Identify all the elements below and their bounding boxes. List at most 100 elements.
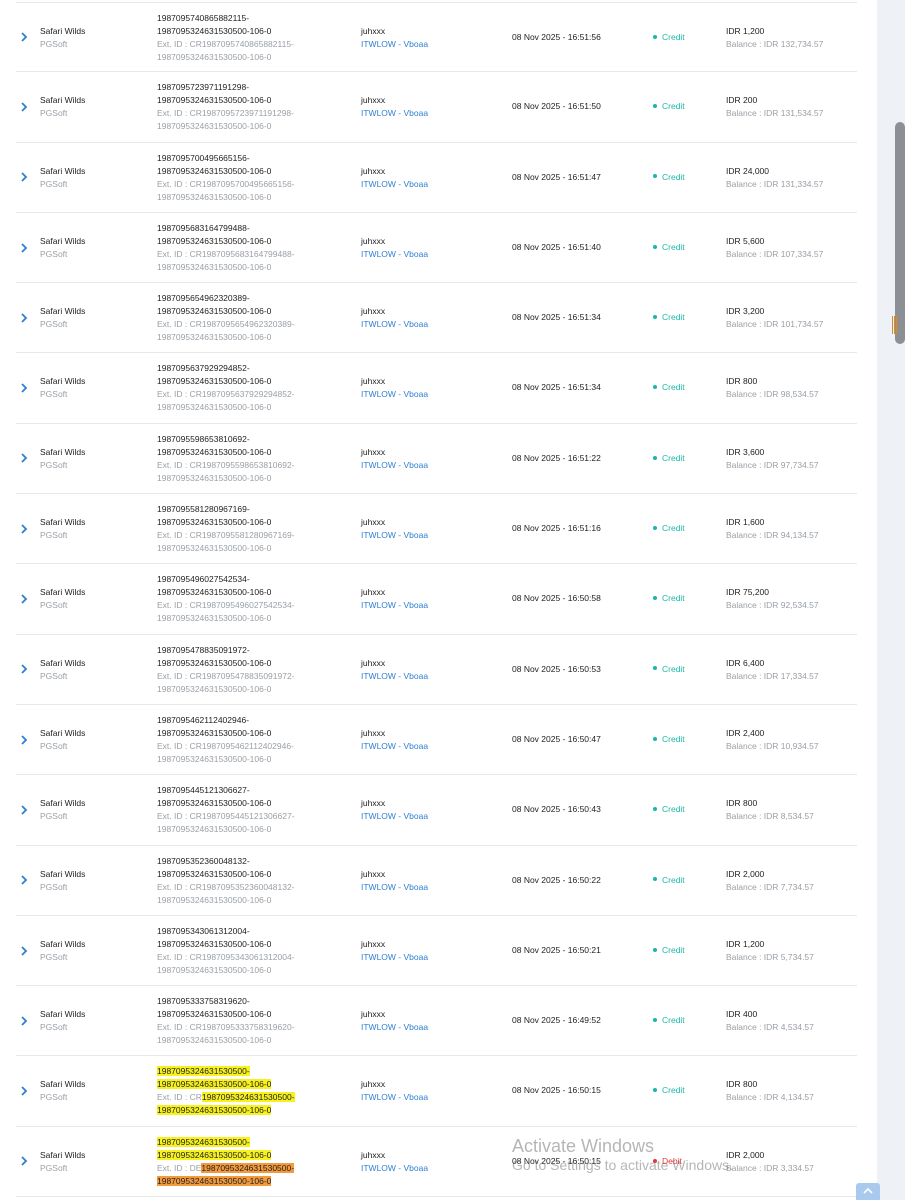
transaction-row[interactable]: Safari Wilds PGSoft 1987095333758319620- 19… [16,986,857,1057]
username: juhxxx [361,938,386,949]
transaction-row[interactable]: Safari Wilds PGSoft 1987095478835091972- 19… [16,635,857,705]
transaction-row[interactable]: Safari Wilds PGSoft 1987095740865882115- 19… [16,2,857,73]
agent-link[interactable]: ITWLOW - Vboaa [361,881,428,894]
agent-link[interactable]: ITWLOW - Vboaa [361,388,428,401]
transaction-row[interactable]: Safari Wilds PGSoft 1987095700495665156- 19… [16,143,857,213]
agent-link[interactable]: ITWLOW - Vboaa [361,459,428,472]
amount-cell: IDR 800 Balance : IDR 4,134.57 [726,1078,814,1104]
agent-link[interactable]: ITWLOW - Vboaa [361,107,428,120]
transaction-row[interactable]: Safari Wilds PGSoft 1987095352360048132- 19… [16,846,857,916]
status-dot-icon [653,596,657,601]
chevron-right-icon[interactable] [20,874,30,886]
transaction-row[interactable]: Safari Wilds PGSoft 1987095496027542534- 19… [16,564,857,635]
chevron-right-icon[interactable] [20,171,30,183]
game-provider: PGSoft [40,600,68,611]
chevron-right-icon[interactable] [20,382,30,394]
transaction-id-part1: 1987095343061312004- [157,925,250,936]
status-dot-icon [653,877,657,882]
username: juhxxx [361,446,386,457]
transaction-date: 08 Nov 2025 - 16:51:22 [512,452,601,463]
agent-link[interactable]: ITWLOW - Vboaa [361,318,428,331]
chevron-right-icon[interactable] [20,1015,30,1027]
agent-link[interactable]: ITWLOW - Vboaa [361,529,428,542]
transaction-row[interactable]: Safari Wilds PGSoft 1987095343061312004- 19… [16,916,857,987]
username: juhxxx [361,95,386,106]
transaction-id-cell: 1987095462112402946- 1987095324631530500-… [157,714,347,766]
chevron-right-icon[interactable] [20,1085,30,1097]
transaction-row[interactable]: Safari Wilds PGSoft 1987095324631530500- 19… [16,1056,857,1127]
transaction-row[interactable]: Safari Wilds PGSoft 1987095324631530500- 19… [16,1127,857,1198]
transaction-row[interactable]: Safari Wilds PGSoft 1987095462112402946- 19… [16,705,857,776]
back-to-top-button[interactable] [856,1183,880,1200]
username: juhxxx [361,517,386,528]
game-name: Safari Wilds [40,165,86,176]
transaction-row[interactable]: Safari Wilds PGSoft 1987095683164799488- 19… [16,213,857,284]
chevron-right-icon[interactable] [20,312,30,324]
transaction-id-cell: 1987095324631530500- 1987095324631530500-… [157,1136,347,1188]
external-id-label: Ext. ID : [157,178,190,189]
username: juhxxx [361,1009,386,1020]
chevron-right-icon[interactable] [20,452,30,464]
transaction-id-part1: 1987095324631530500- [157,1066,250,1077]
chevron-right-icon[interactable] [20,31,30,43]
user-cell: juhxxx ITWLOW - Vboaa [361,727,428,753]
external-id-part1: 1987095324631530500- [201,1092,295,1103]
game-provider: PGSoft [40,530,68,541]
transaction-row[interactable]: Safari Wilds PGSoft 1987095654962320389- 19… [16,283,857,354]
chevron-right-icon[interactable] [20,945,30,957]
transaction-row[interactable]: Safari Wilds PGSoft 1987095581280967169- 19… [16,494,857,565]
agent-link[interactable]: ITWLOW - Vboaa [361,810,428,823]
agent-link[interactable]: ITWLOW - Vboaa [361,1162,428,1175]
balance-after: Balance : IDR 131,534.57 [726,108,824,119]
agent-link[interactable]: ITWLOW - Vboaa [361,178,428,191]
user-cell: juhxxx ITWLOW - Vboaa [361,375,428,401]
user-cell: juhxxx ITWLOW - Vboaa [361,235,428,261]
transaction-date: 08 Nov 2025 - 16:51:50 [512,101,601,112]
transaction-id-part1: 1987095581280967169- [157,504,250,515]
user-cell: juhxxx ITWLOW - Vboaa [361,446,428,472]
game-provider: PGSoft [40,459,68,470]
game-name: Safari Wilds [40,938,86,949]
balance-after: Balance : IDR 94,134.57 [726,530,819,541]
external-id-part1: CR1987095352360048132- [189,881,295,892]
transaction-id-cell: 1987095700495665156- 1987095324631530500-… [157,152,347,204]
balance-after: Balance : IDR 4,534.57 [726,1022,814,1033]
chevron-right-icon[interactable] [20,734,30,746]
chevron-right-icon[interactable] [20,242,30,254]
chevron-right-icon[interactable] [20,1155,30,1167]
agent-link[interactable]: ITWLOW - Vboaa [361,740,428,753]
chevron-right-icon[interactable] [20,523,30,535]
agent-link[interactable]: ITWLOW - Vboaa [361,1021,428,1034]
amount-cell: IDR 5,600 Balance : IDR 107,334.57 [726,235,823,261]
transaction-id-part1: 1987095723971191298- [157,82,250,93]
amount-cell: IDR 3,600 Balance : IDR 97,734.57 [726,446,819,472]
game-name: Safari Wilds [40,306,86,317]
external-id-part2: 1987095324631530500-106-0 [157,121,272,132]
transaction-row[interactable]: Safari Wilds PGSoft 1987095445121306627- 19… [16,775,857,846]
agent-link[interactable]: ITWLOW - Vboaa [361,38,428,51]
external-id-part1: CR1987095598653810692- [189,459,295,470]
agent-link[interactable]: ITWLOW - Vboaa [361,670,428,683]
transaction-type-label: Credit [662,101,685,112]
chevron-right-icon[interactable] [20,804,30,816]
transaction-id-part1: 1987095478835091972- [157,644,250,655]
transaction-row[interactable]: Safari Wilds PGSoft 1987095723971191298- 19… [16,72,857,143]
transaction-id-part1: 1987095352360048132- [157,855,250,866]
agent-link[interactable]: ITWLOW - Vboaa [361,1091,428,1104]
transaction-row[interactable]: Safari Wilds PGSoft 1987095598653810692- 19… [16,424,857,495]
chevron-right-icon[interactable] [20,593,30,605]
chevron-right-icon[interactable] [20,101,30,113]
status-dot-icon [653,385,657,390]
agent-link[interactable]: ITWLOW - Vboaa [361,951,428,964]
transaction-amount: IDR 400 [726,1009,758,1020]
transaction-row[interactable]: Safari Wilds PGSoft 1987095637929294852- 19… [16,353,857,424]
scrollbar-thumb[interactable] [895,122,905,344]
game-cell: Safari Wilds PGSoft [40,375,85,401]
transaction-type-badge: Credit [653,453,685,463]
external-id-part2: 1987095324631530500-106-0 [157,402,272,413]
agent-link[interactable]: ITWLOW - Vboaa [361,599,428,612]
transaction-id-part2: 1987095324631530500-106-0 [157,446,272,457]
transaction-type-badge: Credit [653,523,685,533]
agent-link[interactable]: ITWLOW - Vboaa [361,248,428,261]
chevron-right-icon[interactable] [20,663,30,675]
